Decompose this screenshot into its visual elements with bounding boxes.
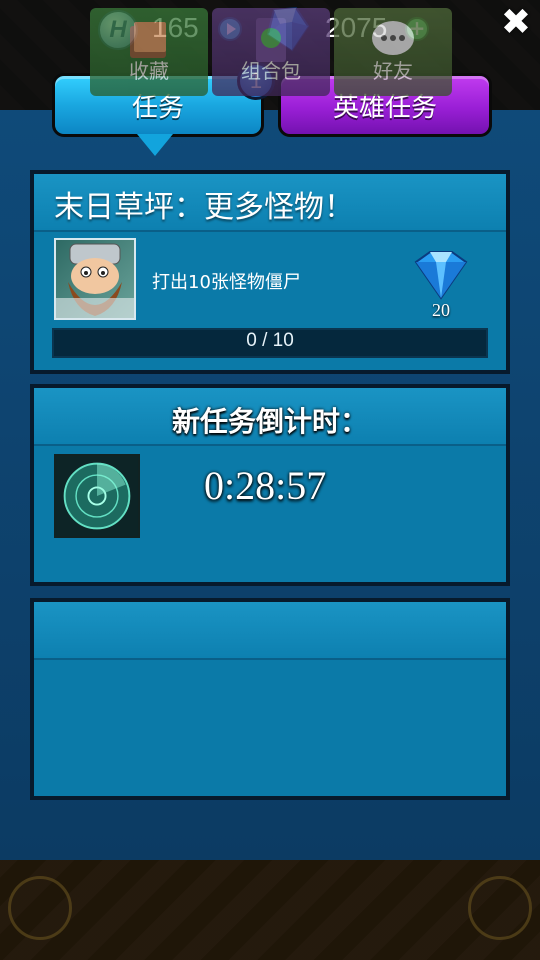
empty-quest-slot <box>30 598 510 800</box>
nav-collection-button[interactable]: 收藏 <box>90 8 208 96</box>
timer-title: 新任务倒计时： <box>171 405 368 438</box>
leaf-menu-icon[interactable] <box>468 876 532 940</box>
empty-card-header <box>34 602 506 660</box>
timer-countdown: 0:28:57 <box>204 463 327 508</box>
bottom-navigation <box>0 860 540 960</box>
quest-progress-text: 0 / 10 <box>246 330 294 351</box>
nav-collection-label: 收藏 <box>129 59 169 83</box>
close-icon[interactable]: ✖ <box>497 4 535 42</box>
nav-friends-button[interactable]: 好友 <box>334 8 452 96</box>
tab-quests-pointer <box>137 134 173 156</box>
quest-progress-bar: 0 / 10 <box>52 328 488 358</box>
skull-menu-icon[interactable] <box>8 876 72 940</box>
nav-packs-button[interactable]: 组合包 <box>212 8 330 96</box>
quest-title: 末日草坪：更多怪物！ <box>54 190 354 225</box>
reward-gem-count: 20 <box>432 300 450 320</box>
quest-description: 打出10张怪物僵尸 <box>152 272 301 293</box>
nav-packs-label: 组合包 <box>241 59 301 83</box>
crazy-dave-icon <box>56 243 134 318</box>
nav-friends-label: 好友 <box>373 59 413 83</box>
new-quest-timer-card: 新任务倒计时： 0:28:57 <box>30 384 510 586</box>
reward-gem-icon <box>414 251 468 300</box>
quest-card[interactable]: 末日草坪：更多怪物！ 打出10张怪物僵尸 20 0 / 10 <box>30 170 510 374</box>
radar-icon <box>54 454 140 538</box>
crazy-dave-avatar <box>54 238 136 320</box>
